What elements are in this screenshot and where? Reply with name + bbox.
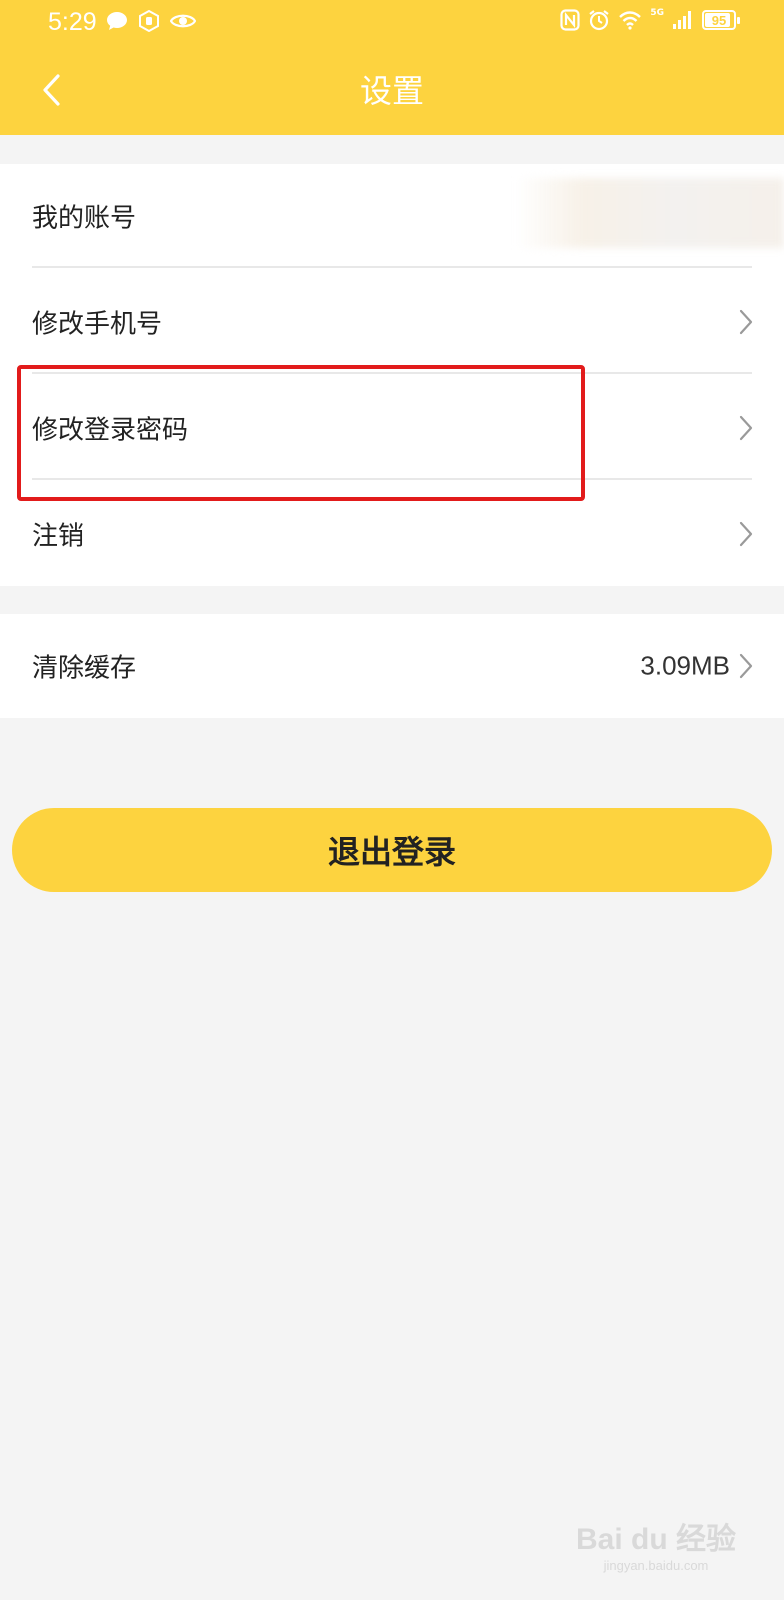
- network-type: 5G: [650, 8, 664, 18]
- battery-level: 95: [711, 12, 727, 28]
- alarm-icon: [589, 10, 610, 31]
- deactivate-row[interactable]: 注销: [0, 482, 784, 586]
- wifi-icon: [619, 11, 642, 30]
- watermark-url: jingyan.baidu.com: [603, 1558, 709, 1573]
- cache-settings-group: 清除缓存 3.09MB: [0, 614, 784, 718]
- page-title: 设置: [359, 72, 424, 110]
- clear-cache-label: 清除缓存: [32, 653, 137, 684]
- status-right-icons: 5G 95: [560, 8, 740, 31]
- clear-cache-row[interactable]: 清除缓存 3.09MB: [0, 614, 784, 718]
- status-left-icons: [106, 10, 196, 32]
- status-bar: 5:29 5G 95: [0, 0, 784, 48]
- signal-icon: [673, 11, 691, 29]
- message-bubble-icon: [107, 12, 127, 30]
- account-settings-group: 我的账号 修改手机号 修改登录密码 注销: [0, 164, 784, 586]
- change-phone-row[interactable]: 修改手机号: [0, 270, 784, 374]
- cache-size-value: 3.09MB: [640, 650, 730, 681]
- status-time: 5:29: [48, 8, 97, 36]
- account-info-redacted: [515, 178, 784, 248]
- deactivate-label: 注销: [32, 521, 85, 552]
- chevron-right-icon: [739, 653, 753, 679]
- account-label: 我的账号: [32, 203, 137, 234]
- divider: [32, 372, 752, 374]
- watermark-text: Bai du 经验: [575, 1523, 736, 1556]
- battery-icon: 95: [702, 10, 740, 30]
- account-row[interactable]: 我的账号: [0, 164, 784, 268]
- nfc-icon: [560, 9, 580, 31]
- hand-app-icon: [139, 10, 159, 32]
- chevron-right-icon: [739, 521, 753, 547]
- change-password-label: 修改登录密码: [32, 415, 189, 446]
- change-phone-label: 修改手机号: [32, 309, 163, 340]
- logout-button[interactable]: 退出登录: [12, 808, 772, 892]
- chevron-right-icon: [739, 309, 753, 335]
- divider: [32, 478, 752, 480]
- header-bar: 5:29 5G 95 设置: [0, 0, 784, 135]
- change-password-row[interactable]: 修改登录密码: [0, 376, 784, 480]
- divider: [32, 266, 752, 268]
- chevron-right-icon: [739, 415, 753, 441]
- baidu-jingyan-watermark: Bai du 经验 jingyan.baidu.com: [575, 1523, 736, 1573]
- eye-icon: [170, 14, 196, 28]
